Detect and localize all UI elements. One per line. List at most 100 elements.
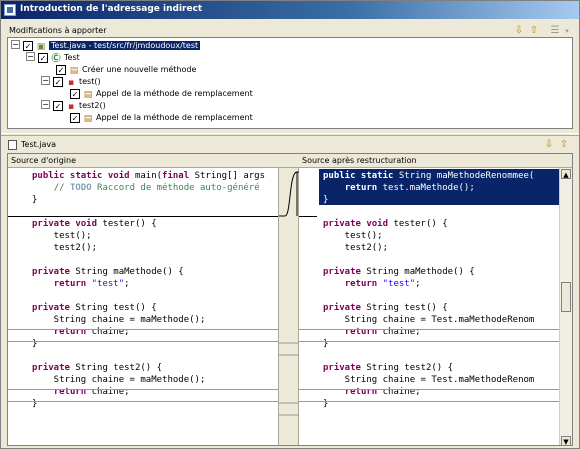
checkbox[interactable]: ✓ [56, 65, 66, 75]
tree-item-class[interactable]: − ✓ Ⓒ Test [26, 52, 80, 64]
next-change-icon[interactable]: ⇩ [513, 25, 525, 37]
window-title: Introduction de l'adressage indirect [20, 4, 203, 14]
code-token: main( [134, 171, 163, 181]
checkbox[interactable]: ✓ [70, 89, 80, 99]
code-token: String test() { [366, 303, 448, 313]
tree-item-method[interactable]: − ✓ ▪ test() [41, 76, 101, 88]
scroll-down-icon[interactable]: ▼ [561, 436, 571, 445]
code-line: private String test() { [32, 302, 157, 314]
tree-item-change[interactable]: ✓ ▤ Appel de la méthode de remplacement [67, 88, 253, 100]
code-line: public static String maMethodeRenommee( [323, 170, 534, 182]
collapse-icon[interactable]: − [26, 52, 35, 61]
code-token: // [53, 183, 70, 193]
tree-item-change[interactable]: ✓ ▤ Créer une nouvelle méthode [53, 64, 196, 76]
class-icon: Ⓒ [51, 54, 61, 64]
code-token: return [344, 183, 383, 193]
method-icon: ▪ [67, 102, 75, 112]
scroll-thumb[interactable] [561, 282, 571, 312]
code-line: private String test2() { [32, 362, 162, 374]
code-line: private String test() { [323, 302, 448, 314]
code-line: private void tester() { [32, 218, 157, 230]
code-line: } [323, 338, 328, 350]
code-line: return test.maMethode(); [323, 182, 475, 194]
section-sash[interactable] [1, 133, 579, 136]
file-icon [8, 140, 17, 150]
change-icon: ▤ [69, 66, 79, 76]
code-token: "test" [91, 279, 125, 289]
change-icon: ▤ [83, 90, 93, 100]
code-line: test2(); [32, 242, 97, 254]
tree-item-label: Test [64, 53, 80, 62]
code-token: } [32, 195, 38, 205]
preview-toolbar: Test.java ⇩ ⇧ [7, 138, 573, 152]
tree-item-change[interactable]: ✓ ▤ Appel de la méthode de remplacement [67, 112, 253, 124]
code-token: test(); [32, 231, 92, 241]
code-token: private [32, 267, 76, 277]
checkbox[interactable]: ✓ [53, 101, 63, 111]
code-token: String chaine = Test.maMethodeRenom [323, 375, 535, 385]
code-line: return chaine; [32, 386, 130, 398]
original-source-pane[interactable]: public static void main(final String[] a… [8, 168, 278, 445]
code-line: test(); [32, 230, 92, 242]
code-token: String maMethode() { [366, 267, 475, 277]
refactored-source-pane[interactable]: public static String maMethodeRenommee( … [299, 168, 559, 445]
vertical-scrollbar[interactable]: ▲ ▼ [559, 168, 572, 445]
tree-item-label: test() [79, 77, 101, 86]
tree-item-label: Appel de la méthode de remplacement [96, 113, 253, 122]
change-boundary-line [299, 329, 559, 330]
code-token: private void [32, 219, 103, 229]
code-line: } [323, 398, 328, 410]
code-line: test(); [323, 230, 383, 242]
code-token: "test" [382, 279, 416, 289]
code-token: public static [323, 171, 399, 181]
title-bar[interactable]: Introduction de l'adressage indirect [1, 1, 579, 19]
code-token: tester() { [102, 219, 157, 229]
right-pane-header: Source après restructuration [299, 154, 572, 168]
code-token: tester() { [393, 219, 448, 229]
code-line: } [32, 194, 37, 206]
filter-changes-icon[interactable]: ☰ [549, 25, 561, 37]
checkbox[interactable]: ✓ [53, 77, 63, 87]
code-line: private String maMethode() { [32, 266, 184, 278]
code-token: String maMethodeRenommee( [398, 171, 535, 181]
code-line: String chaine = Test.maMethodeRenom [323, 314, 535, 326]
java-file-icon: ▣ [36, 42, 46, 52]
tree-item-label: Appel de la méthode de remplacement [96, 89, 253, 98]
collapse-icon[interactable]: − [11, 40, 20, 49]
checkbox[interactable]: ✓ [70, 113, 80, 123]
filter-dropdown-icon[interactable]: ▾ [561, 25, 573, 37]
tree-item-method[interactable]: − ✓ ▪ test2() [41, 100, 106, 112]
code-token: final [162, 171, 195, 181]
change-boundary-line [299, 341, 559, 342]
code-token: private [323, 363, 367, 373]
code-line: } [32, 398, 37, 410]
previous-difference-icon[interactable]: ⇧ [558, 139, 570, 151]
code-line: // TODO Raccord de méthode auto-généré [32, 182, 260, 194]
code-token: private [32, 303, 76, 313]
checkbox[interactable]: ✓ [38, 53, 48, 63]
code-token: private [323, 267, 367, 277]
scroll-up-icon[interactable]: ▲ [561, 169, 571, 179]
collapse-icon[interactable]: − [41, 76, 50, 85]
code-token: } [323, 195, 329, 205]
code-token: test2(); [32, 243, 98, 253]
checkbox[interactable]: ✓ [23, 41, 33, 51]
code-token: private void [323, 219, 394, 229]
code-line: private void tester() { [323, 218, 448, 230]
code-token: test2(); [323, 243, 389, 253]
diff-gutter [278, 168, 300, 445]
next-difference-icon[interactable]: ⇩ [543, 139, 555, 151]
code-line: String chaine = maMethode(); [32, 314, 206, 326]
compare-viewer: Source d'origine Source après restructur… [7, 153, 573, 446]
code-token: String test2() { [366, 363, 454, 373]
code-token: private [323, 303, 367, 313]
left-pane-header: Source d'origine [8, 154, 278, 168]
collapse-icon[interactable]: − [41, 100, 50, 109]
code-line: } [323, 194, 328, 206]
previous-change-icon[interactable]: ⇧ [528, 25, 540, 37]
change-boundary-line [299, 216, 317, 217]
tree-item-file[interactable]: − ✓ ▣ Test.java - test/src/fr/jmdoudoux/tes… [11, 40, 201, 52]
window-icon [4, 4, 16, 16]
